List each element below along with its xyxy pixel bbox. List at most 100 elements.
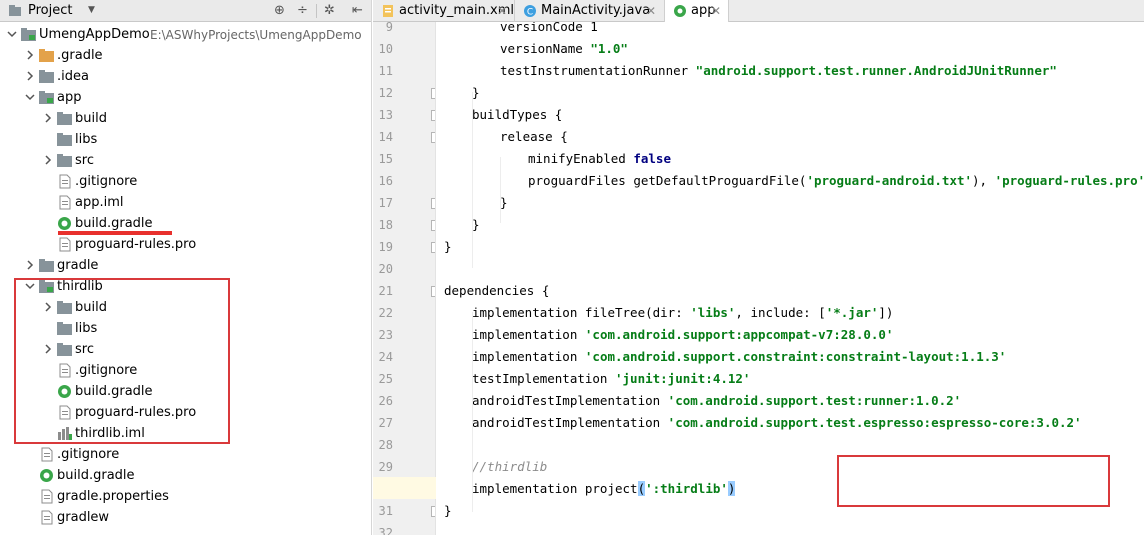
code-line: proguardFiles getDefaultProguardFile('pr… xyxy=(528,173,1144,189)
line-number: 18 xyxy=(378,218,393,232)
code-token: , include: [ xyxy=(735,305,826,320)
code-token: 'com.android.support.test:runner:1.0.2' xyxy=(667,393,962,408)
code-token: ]) xyxy=(878,305,894,320)
line-number: 17 xyxy=(378,196,393,210)
line-number: 12 xyxy=(378,86,393,100)
code-line: androidTestImplementation 'com.android.s… xyxy=(472,393,961,409)
close-icon[interactable]: ✕ xyxy=(646,3,656,19)
line-number: 10 xyxy=(378,42,393,56)
code-line: testInstrumentationRunner "android.suppo… xyxy=(500,63,1057,79)
line-number: 16 xyxy=(378,174,393,188)
code-token: 'com.android.support:appcompat-v7:28.0.0… xyxy=(584,327,894,342)
code-token: } xyxy=(500,195,508,210)
chevron-right-icon[interactable] xyxy=(24,259,36,271)
collapse-all-icon[interactable]: ÷ xyxy=(297,2,308,19)
tree-item-label: libs xyxy=(75,132,98,147)
code-token: implementation project xyxy=(472,481,638,496)
code-line: } xyxy=(444,503,452,519)
line-number: 29 xyxy=(378,460,393,474)
code-token: } xyxy=(444,503,452,518)
code-token: testImplementation xyxy=(472,371,615,386)
tree-item[interactable]: build.gradle xyxy=(0,465,371,486)
tree-item-label: app xyxy=(57,90,82,105)
tree-item-label: gradlew xyxy=(57,510,110,525)
chevron-right-icon[interactable] xyxy=(42,112,54,124)
annotation-underline xyxy=(58,231,172,235)
code-token: minifyEnabled xyxy=(528,151,634,166)
line-number: 21 xyxy=(378,284,393,298)
tree-item[interactable]: gradlew xyxy=(0,507,371,528)
tree-item[interactable]: gradle.properties xyxy=(0,486,371,507)
tree-item[interactable]: .gitignore xyxy=(0,171,371,192)
tree-item[interactable]: .gitignore xyxy=(0,444,371,465)
code-line: implementation 'com.android.support:appc… xyxy=(472,327,893,343)
line-number: 27 xyxy=(378,416,393,430)
code-line: } xyxy=(500,195,508,211)
tree-item[interactable]: UmengAppDemo E:\ASWhyProjects\UmengAppDem… xyxy=(0,24,371,45)
line-number: 26 xyxy=(378,394,393,408)
code-token: 'com.android.support.test.espresso:espre… xyxy=(667,415,1082,430)
annotation-box-dependency xyxy=(837,455,1110,507)
locate-file-icon[interactable]: ⊕ xyxy=(274,2,285,19)
code-line: testImplementation 'junit:junit:4.12' xyxy=(472,371,750,387)
code-line: //thirdlib xyxy=(472,459,547,475)
tree-item[interactable]: .idea xyxy=(0,66,371,87)
chevron-right-icon[interactable] xyxy=(24,49,36,61)
tree-item-label: .gradle xyxy=(57,48,103,63)
gradle-icon xyxy=(57,216,73,231)
tree-item[interactable]: .gradle xyxy=(0,45,371,66)
folder-icon xyxy=(39,69,55,84)
hide-panel-icon[interactable]: ⇤ xyxy=(352,2,363,19)
folder-icon xyxy=(57,111,73,126)
code-line: implementation fileTree(dir: 'libs', inc… xyxy=(472,305,893,321)
line-number: 31 xyxy=(378,504,393,518)
chevron-down-icon[interactable] xyxy=(6,28,18,40)
chevron-down-icon[interactable] xyxy=(24,91,36,103)
file-icon xyxy=(57,174,73,189)
tree-item[interactable]: proguard-rules.pro xyxy=(0,234,371,255)
tree-item-label: build.gradle xyxy=(75,216,153,231)
tab-app-gradle[interactable]: app ✕ xyxy=(665,0,729,22)
chevron-right-icon[interactable] xyxy=(24,70,36,82)
indent-guide xyxy=(472,312,473,512)
chevron-right-icon[interactable] xyxy=(42,154,54,166)
line-number: 32 xyxy=(378,526,393,535)
code-line: versionName "1.0" xyxy=(500,41,628,57)
project-tool-window: Project ▼ ⊕ ÷ ✲ ⇤ UmengAppDemo E:\ASWhyPr… xyxy=(0,0,372,535)
tree-item[interactable]: src xyxy=(0,150,371,171)
file-icon xyxy=(57,195,73,210)
code-token: "1.0" xyxy=(590,41,628,56)
code-token: } xyxy=(472,217,480,232)
tree-item[interactable]: build xyxy=(0,108,371,129)
code-line: } xyxy=(444,239,452,255)
tree-item[interactable]: app.iml xyxy=(0,192,371,213)
project-path: E:\ASWhyProjects\UmengAppDemo xyxy=(150,28,362,42)
code-token: implementation xyxy=(472,349,585,364)
line-number: 19 xyxy=(378,240,393,254)
tab-activity-main-xml[interactable]: activity_main.xml ✕ xyxy=(373,0,515,22)
close-icon[interactable]: ✕ xyxy=(711,3,721,19)
gear-icon[interactable]: ✲ xyxy=(324,2,335,19)
tree-item-label: build.gradle xyxy=(57,468,135,483)
code-line: implementation 'com.android.support.cons… xyxy=(472,349,1006,365)
code-token: ':thirdlib' xyxy=(645,481,728,496)
tree-item[interactable]: gradle xyxy=(0,255,371,276)
tree-item[interactable]: libs xyxy=(0,129,371,150)
code-token: release { xyxy=(500,129,568,144)
code-token: //thirdlib xyxy=(472,459,548,474)
code-token: proguardFiles getDefaultProguardFile( xyxy=(528,173,807,188)
file-icon xyxy=(39,510,55,525)
tree-item[interactable]: build.gradle xyxy=(0,213,371,234)
tab-main-activity-java[interactable]: C MainActivity.java ✕ xyxy=(515,0,665,22)
tree-item-label: UmengAppDemo xyxy=(39,27,150,42)
code-line: } xyxy=(472,217,480,233)
tree-item[interactable]: app xyxy=(0,87,371,108)
code-token: versionName xyxy=(500,41,591,56)
close-icon[interactable]: ✕ xyxy=(497,3,507,19)
indent-guide xyxy=(472,92,473,268)
line-number: 24 xyxy=(378,350,393,364)
code-line: } xyxy=(472,85,480,101)
indent-guide xyxy=(500,157,501,223)
xml-file-icon xyxy=(381,4,395,18)
line-number: 23 xyxy=(378,328,393,342)
